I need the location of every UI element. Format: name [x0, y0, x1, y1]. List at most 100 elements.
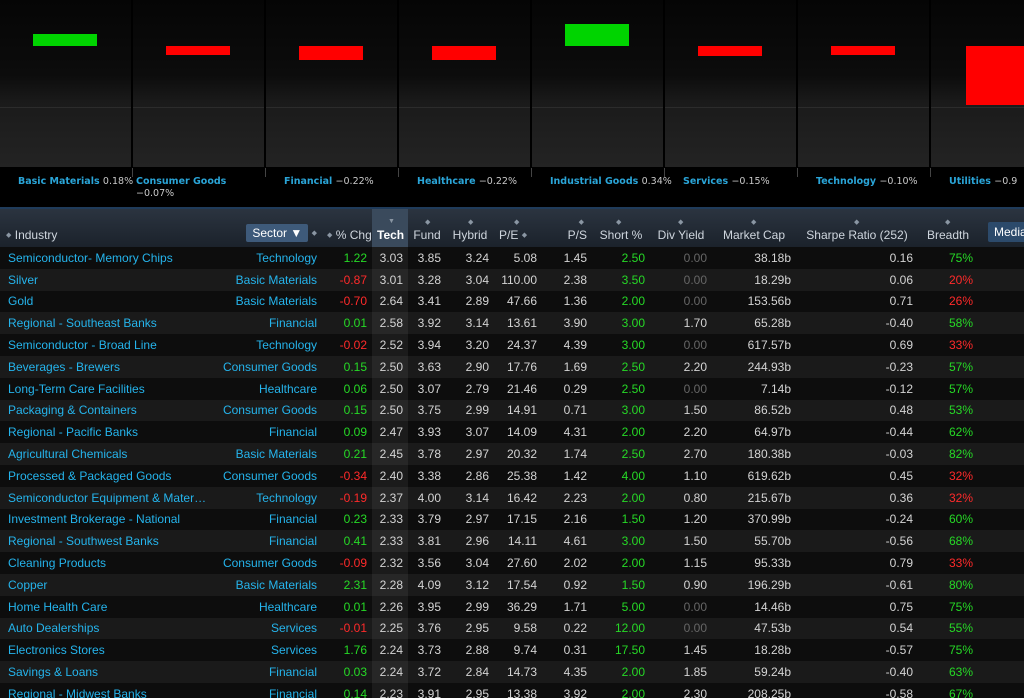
cell-sector[interactable]: Financial	[212, 530, 322, 552]
sector-filter-button[interactable]: Sector ▼	[246, 224, 309, 242]
table-row[interactable]: Packaging & Containers Consumer Goods 0.15…	[0, 399, 1024, 422]
cell-sector[interactable]: Consumer Goods	[212, 356, 322, 378]
sector-label[interactable]: Services −0.15%	[683, 176, 814, 188]
sector-label[interactable]: Consumer Goods −0.07%	[136, 176, 267, 200]
median-filter-button[interactable]: Median F	[988, 222, 1024, 242]
col-pe-header[interactable]: ◆ P/E ◆	[494, 209, 542, 247]
cell-sector[interactable]: Basic Materials	[212, 574, 322, 596]
cell-sector[interactable]: Technology	[212, 334, 322, 356]
col-fund-header[interactable]: ◆ Fund	[408, 209, 446, 247]
cell-industry[interactable]: Regional - Southwest Banks	[0, 530, 212, 552]
sector-bar[interactable]	[966, 46, 1024, 105]
col-hybrid-header[interactable]: ◆ Hybrid	[446, 209, 494, 247]
cell-industry[interactable]: Investment Brokerage - National	[0, 509, 212, 531]
cell-industry[interactable]: Processed & Packaged Goods	[0, 465, 212, 487]
table-row[interactable]: Gold Basic Materials -0.70 2.64 3.41 2.89 47.6…	[0, 290, 1024, 313]
sector-bar[interactable]	[33, 34, 97, 46]
col-chg-header[interactable]: ◆ % Chg	[322, 209, 372, 247]
sector-bar[interactable]	[565, 23, 629, 46]
table-row[interactable]: Savings & Loans Financial 0.03 2.24 3.72 2.84…	[0, 661, 1024, 683]
cell-industry[interactable]: Cleaning Products	[0, 552, 212, 574]
cell-industry[interactable]: Gold	[0, 291, 212, 313]
sector-label[interactable]: Industrial Goods 0.34%	[550, 176, 681, 188]
cell-sector[interactable]: Financial	[212, 509, 322, 531]
sector-bar[interactable]	[831, 46, 895, 55]
cell-sector[interactable]: Consumer Goods	[212, 465, 322, 487]
sector-label[interactable]: Utilities −0.9	[949, 176, 1024, 188]
cell-industry[interactable]: Copper	[0, 574, 212, 596]
cell-sector[interactable]: Consumer Goods	[212, 552, 322, 574]
cell-sector[interactable]: Financial	[212, 421, 322, 443]
sector-bar[interactable]	[299, 46, 363, 61]
table-row[interactable]: Home Health Care Healthcare 0.01 2.26 3.95 2.…	[0, 595, 1024, 618]
cell-industry[interactable]: Auto Dealerships	[0, 618, 212, 640]
cell-sector[interactable]: Services	[212, 618, 322, 640]
cell-sector[interactable]: Financial	[212, 683, 322, 698]
table-row[interactable]: Regional - Southwest Banks Financial 0.41 2…	[0, 530, 1024, 553]
cell-industry[interactable]: Agricultural Chemicals	[0, 443, 212, 465]
cell-sector[interactable]: Healthcare	[212, 378, 322, 400]
cell-sector[interactable]: Technology	[212, 487, 322, 509]
cell-industry[interactable]: Regional - Southeast Banks	[0, 312, 212, 334]
table-row[interactable]: Semiconductor - Broad Line Technology -0.0…	[0, 334, 1024, 356]
table-row[interactable]: Cleaning Products Consumer Goods -0.09 2.32…	[0, 552, 1024, 574]
sector-panel[interactable]	[931, 0, 1024, 167]
table-row[interactable]: Regional - Pacific Banks Financial 0.09 2.4…	[0, 421, 1024, 444]
table-row[interactable]: Semiconductor Equipment & Materi… Technol…	[0, 486, 1024, 509]
sector-panel[interactable]	[532, 0, 663, 167]
table-row[interactable]: Auto Dealerships Services -0.01 2.25 3.76 2.9…	[0, 617, 1024, 640]
table-row[interactable]: Silver Basic Materials -0.87 3.01 3.28 3.04 11…	[0, 268, 1024, 291]
cell-sector[interactable]: Financial	[212, 661, 322, 683]
sector-panel[interactable]	[665, 0, 796, 167]
cell-industry[interactable]: Savings & Loans	[0, 661, 212, 683]
col-ps-header[interactable]: ◆ P/S	[542, 209, 592, 247]
sector-bar[interactable]	[698, 46, 762, 56]
sector-panel[interactable]	[798, 0, 929, 167]
cell-sector[interactable]: Basic Materials	[212, 291, 322, 313]
cell-sector[interactable]: Services	[212, 639, 322, 661]
sector-panel[interactable]	[133, 0, 264, 167]
cell-industry[interactable]: Packaging & Containers	[0, 400, 212, 422]
col-median-header[interactable]: Median F	[978, 209, 1024, 247]
col-industry-header[interactable]: ◆ Industry	[0, 209, 212, 247]
cell-industry[interactable]: Semiconductor- Memory Chips	[0, 247, 212, 269]
sector-panel[interactable]	[0, 0, 131, 167]
cell-industry[interactable]: Home Health Care	[0, 596, 212, 618]
sector-bar[interactable]	[166, 46, 230, 55]
cell-sector[interactable]: Healthcare	[212, 596, 322, 618]
cell-industry[interactable]: Silver	[0, 269, 212, 291]
cell-industry[interactable]: Semiconductor Equipment & Materi…	[0, 487, 212, 509]
cell-industry[interactable]: Regional - Pacific Banks	[0, 421, 212, 443]
sector-panel[interactable]	[399, 0, 530, 167]
col-div-header[interactable]: ◆ Div Yield	[650, 209, 712, 247]
table-row[interactable]: Semiconductor- Memory Chips Technology 1.2…	[0, 247, 1024, 269]
table-row[interactable]: Copper Basic Materials 2.31 2.28 4.09 3.12 17.…	[0, 573, 1024, 596]
cell-sector[interactable]: Consumer Goods	[212, 400, 322, 422]
col-sector-header[interactable]: Sector ▼ ◆	[212, 209, 322, 247]
sector-label[interactable]: Financial −0.22%	[284, 176, 415, 188]
sector-label[interactable]: Healthcare −0.22%	[417, 176, 548, 188]
sector-label[interactable]: Technology −0.10%	[816, 176, 947, 188]
sector-bar[interactable]	[432, 46, 496, 61]
cell-industry[interactable]: Electronics Stores	[0, 639, 212, 661]
col-short-header[interactable]: ◆ Short %	[592, 209, 650, 247]
cell-industry[interactable]: Long-Term Care Facilities	[0, 378, 212, 400]
table-row[interactable]: Beverages - Brewers Consumer Goods 0.15 2.5…	[0, 355, 1024, 378]
col-sharpe-header[interactable]: ◆ Sharpe Ratio (252)	[796, 209, 918, 247]
cell-sector[interactable]: Financial	[212, 312, 322, 334]
table-row[interactable]: Processed & Packaged Goods Consumer Goods…	[0, 464, 1024, 487]
cell-industry[interactable]: Beverages - Brewers	[0, 356, 212, 378]
cell-sector[interactable]: Basic Materials	[212, 443, 322, 465]
col-breadth-header[interactable]: ◆ Breadth	[918, 209, 978, 247]
cell-industry[interactable]: Regional - Midwest Banks	[0, 683, 212, 698]
sector-panel[interactable]	[266, 0, 397, 167]
cell-sector[interactable]: Technology	[212, 247, 322, 269]
cell-sector[interactable]: Basic Materials	[212, 269, 322, 291]
table-row[interactable]: Regional - Southeast Banks Financial 0.01 2…	[0, 312, 1024, 335]
table-row[interactable]: Regional - Midwest Banks Financial 0.14 2.2…	[0, 682, 1024, 698]
sector-label[interactable]: Basic Materials 0.18%	[18, 176, 149, 188]
table-row[interactable]: Investment Brokerage - National Financial…	[0, 508, 1024, 531]
col-tech-header[interactable]: ▼ Tech	[372, 209, 408, 247]
table-row[interactable]: Electronics Stores Services 1.76 2.24 3.73 2.…	[0, 639, 1024, 662]
table-row[interactable]: Agricultural Chemicals Basic Materials 0.2…	[0, 443, 1024, 465]
